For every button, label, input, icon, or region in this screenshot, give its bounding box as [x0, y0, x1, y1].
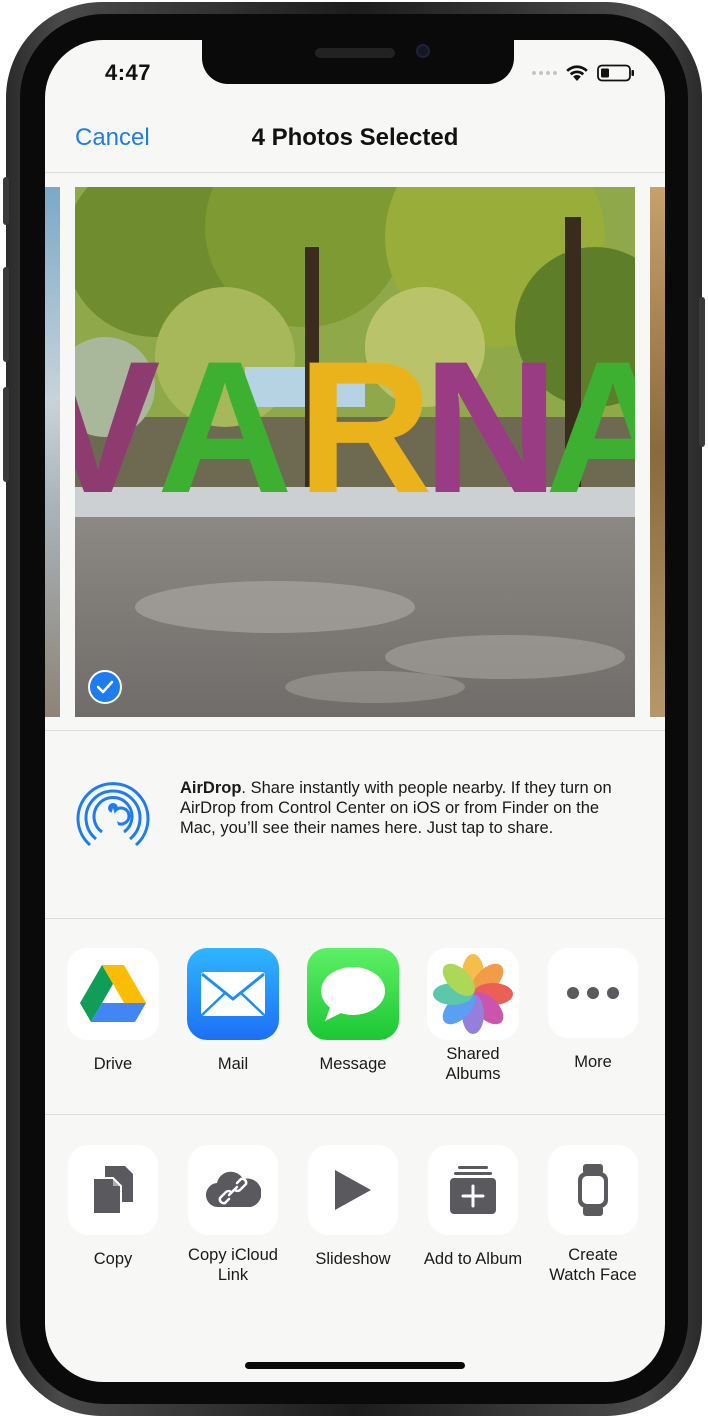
photos-icon — [427, 948, 519, 1040]
share-actions-row: Copy Copy iCloud Link Slideshow Add to A… — [53, 1145, 665, 1285]
share-app-label: Drive — [93, 1055, 133, 1073]
action-label: Slideshow — [315, 1250, 391, 1268]
airdrop-title: AirDrop — [180, 779, 242, 797]
status-indicators — [532, 64, 635, 82]
share-app-message[interactable]: Message — [293, 948, 413, 1084]
divider — [45, 730, 665, 731]
action-copy-icloud-link[interactable]: Copy iCloud Link — [173, 1145, 293, 1285]
front-camera — [416, 44, 430, 58]
airdrop-icon[interactable] — [73, 768, 153, 848]
share-app-label: Shared Albums — [445, 1045, 501, 1083]
cellular-signal-icon — [532, 71, 557, 75]
share-app-label: More — [574, 1053, 612, 1071]
airdrop-section: AirDrop. Share instantly with people nea… — [45, 732, 665, 917]
action-slideshow[interactable]: Slideshow — [293, 1145, 413, 1285]
previous-photo-thumbnail[interactable] — [45, 187, 60, 717]
action-label: Create Watch Face — [549, 1246, 637, 1284]
selected-photo-varna-sign[interactable]: V A R N A — [75, 187, 635, 717]
action-copy[interactable]: Copy — [53, 1145, 173, 1285]
sign-letter-a-last: A — [545, 322, 635, 532]
sign-letter-v: V — [75, 322, 160, 532]
volume-up-button — [3, 267, 9, 362]
share-app-shared-albums[interactable]: Shared Albums — [413, 948, 533, 1084]
sign-letter-r: R — [297, 322, 433, 532]
icloud-link-icon — [188, 1145, 278, 1235]
home-indicator[interactable] — [245, 1362, 465, 1369]
sign-letter-n: N — [423, 322, 559, 532]
power-button — [699, 297, 705, 447]
action-label: Add to Album — [423, 1250, 523, 1268]
action-label: Copy iCloud Link — [188, 1246, 278, 1284]
copy-icon — [68, 1145, 158, 1235]
action-add-to-album[interactable]: Add to Album — [413, 1145, 533, 1285]
action-label: Copy — [93, 1250, 133, 1268]
volume-down-button — [3, 387, 9, 482]
mail-icon — [187, 948, 279, 1040]
messages-icon — [307, 948, 399, 1040]
divider — [45, 1114, 665, 1115]
share-app-mail[interactable]: Mail — [173, 948, 293, 1084]
page-title: 4 Photos Selected — [251, 124, 459, 151]
earpiece-speaker — [315, 48, 395, 58]
airdrop-body: . Share instantly with people nearby. If… — [180, 779, 612, 837]
share-sheet-screen: 4:47 Cancel 4 Photos Selected V A R N A … — [45, 40, 665, 1382]
action-create-watch-face[interactable]: Create Watch Face — [533, 1145, 653, 1285]
share-app-more[interactable]: More — [533, 948, 653, 1084]
add-to-album-icon — [428, 1145, 518, 1235]
play-icon — [308, 1145, 398, 1235]
mute-switch — [3, 177, 9, 225]
wifi-icon — [566, 65, 588, 81]
airdrop-description: AirDrop. Share instantly with people nea… — [180, 778, 635, 838]
share-app-label: Message — [319, 1055, 387, 1073]
next-photo-thumbnail[interactable] — [650, 187, 665, 717]
photo-carousel[interactable]: V A R N A — [45, 187, 665, 717]
varna-sign-photo: V A R N A — [75, 187, 635, 717]
sign-letter-a-first: A — [157, 322, 293, 532]
navigation-bar: Cancel 4 Photos Selected — [45, 120, 665, 173]
watch-icon — [548, 1145, 638, 1235]
share-apps-row: Drive Mail Message Shared Albums More — [53, 948, 665, 1084]
more-icon — [548, 948, 638, 1038]
divider — [45, 918, 665, 919]
battery-icon — [597, 64, 634, 82]
share-app-label: Mail — [217, 1055, 249, 1073]
google-drive-icon — [67, 948, 159, 1040]
selected-checkmark-icon[interactable] — [88, 670, 122, 704]
status-time: 4:47 — [105, 60, 152, 85]
share-app-drive[interactable]: Drive — [53, 948, 173, 1084]
notch — [202, 40, 514, 84]
